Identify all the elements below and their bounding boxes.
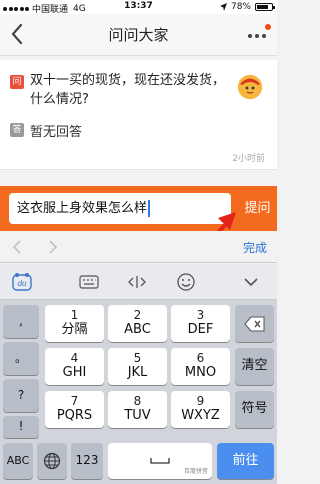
key-4-num: 4: [70, 351, 79, 366]
ime-brand-label: 百度拼音: [183, 468, 208, 476]
question-input-value: 这衣服上身效果怎么样: [17, 201, 148, 216]
key-8-num: 8: [133, 394, 142, 409]
key-5-label: JKL: [127, 364, 148, 380]
key-4-label: GHI: [62, 364, 87, 380]
timestamp: 2小时前: [232, 154, 265, 164]
space-key[interactable]: 百度拼音: [108, 443, 212, 479]
question-card[interactable]: 问 双十一买的现货，现在还没发货，什么情况? 答 暂无回答 2小时前: [0, 60, 277, 170]
key-8[interactable]: 8 TUV: [108, 391, 167, 428]
battery-fill: [257, 5, 268, 9]
baidu-logo-icon[interactable]: du: [12, 272, 32, 292]
keyboard-accessory-bar: 完成: [0, 231, 277, 263]
question-text: 双十一买的现货，现在还没发货，什么情况?: [30, 73, 226, 107]
location-icon: [219, 3, 227, 11]
cartoon-avatar-icon: [238, 75, 262, 99]
done-button[interactable]: 完成: [243, 239, 267, 256]
abc-key[interactable]: ABC: [3, 443, 33, 479]
battery-icon: [255, 3, 275, 11]
key-2[interactable]: 2 ABC: [108, 305, 167, 342]
key-1[interactable]: 1 分隔: [45, 305, 104, 342]
symbol-key[interactable]: 符号: [235, 391, 274, 428]
key-9-label: WXYZ: [181, 407, 220, 423]
key-7[interactable]: 7 PQRS: [45, 391, 104, 428]
key-comma[interactable]: ,: [3, 305, 39, 338]
answer-text: 暂无回答: [30, 125, 83, 140]
key-6[interactable]: 6 MNO: [171, 348, 230, 385]
question-tag: 问: [10, 75, 24, 89]
key-7-num: 7: [70, 394, 79, 409]
page-title: 问问大家: [108, 26, 169, 44]
emoji-icon[interactable]: [176, 272, 196, 292]
ime-toolbar: du: [0, 264, 277, 300]
keyboard: , 。 ? ! 1 分隔 2 ABC 3 DEF 4 GHI 5 JKL 6 MNO 7 PQ…: [0, 300, 277, 484]
ask-button[interactable]: 提问: [238, 186, 277, 231]
key-3-num: 3: [196, 308, 205, 323]
key-3[interactable]: 3 DEF: [171, 305, 230, 342]
key-5[interactable]: 5 JKL: [108, 348, 167, 385]
key-5-num: 5: [133, 351, 142, 366]
nav-bar: 问问大家: [0, 14, 277, 56]
key-6-label: MNO: [184, 364, 217, 380]
cursor-move-icon[interactable]: [127, 272, 147, 292]
backspace-icon: [243, 316, 264, 331]
key-6-num: 6: [196, 351, 205, 366]
text-caret: [148, 200, 150, 217]
key-period[interactable]: 。: [3, 342, 39, 375]
globe-icon: [43, 452, 61, 470]
go-key[interactable]: 前往: [217, 443, 274, 479]
key-3-label: DEF: [187, 321, 214, 337]
baidu-logo-text: du: [18, 279, 27, 288]
key-4[interactable]: 4 GHI: [45, 348, 104, 385]
more-button[interactable]: [245, 22, 271, 48]
status-bar: 中国联通 4G 13:37 78%: [0, 0, 277, 15]
num-key[interactable]: 123: [71, 443, 103, 479]
key-7-label: PQRS: [56, 407, 93, 423]
key-2-label: ABC: [124, 321, 151, 337]
notification-dot: [265, 24, 271, 30]
prev-field-chevron-icon[interactable]: [10, 239, 24, 255]
more-dots-icon: [248, 34, 266, 38]
key-1-num: 1: [70, 308, 79, 323]
globe-key[interactable]: [37, 443, 67, 479]
ask-bar: 这衣服上身效果怎么样 提问: [0, 186, 277, 231]
space-symbol-icon: [150, 458, 170, 464]
key-exclaim[interactable]: !: [3, 416, 39, 438]
key-question[interactable]: ?: [3, 379, 39, 412]
backspace-key[interactable]: [235, 305, 274, 342]
keyboard-switch-icon[interactable]: [79, 272, 99, 292]
key-9-num: 9: [196, 394, 205, 409]
clear-key[interactable]: 清空: [235, 348, 274, 385]
key-2-num: 2: [133, 308, 142, 323]
next-field-chevron-icon[interactable]: [46, 239, 60, 255]
question-input[interactable]: 这衣服上身效果怎么样: [9, 193, 231, 224]
answer-tag: 答: [10, 123, 24, 137]
battery-percent: 78%: [230, 2, 251, 12]
key-8-label: TUV: [124, 407, 151, 423]
avatar[interactable]: [238, 75, 262, 99]
key-9[interactable]: 9 WXYZ: [171, 391, 230, 428]
collapse-keyboard-icon[interactable]: [241, 272, 261, 292]
key-1-label: 分隔: [61, 321, 88, 337]
